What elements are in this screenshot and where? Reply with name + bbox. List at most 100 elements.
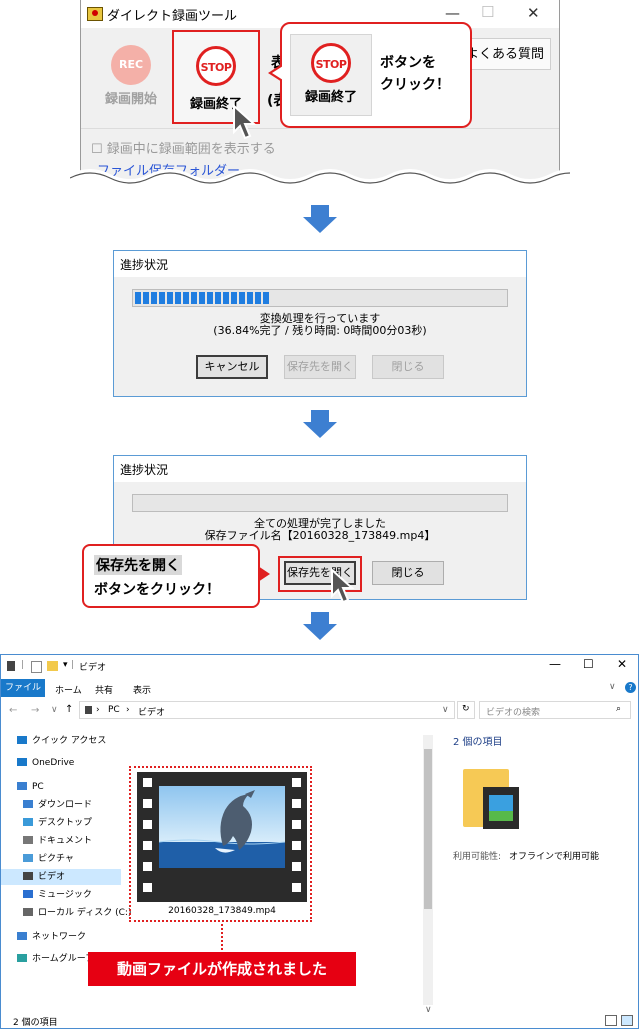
refresh-icon: ↻ — [462, 704, 470, 714]
rec-icon-text: REC — [118, 58, 144, 71]
down-arrow-icon — [303, 410, 337, 438]
ribbon-expand-icon[interactable]: ∨ — [609, 682, 616, 692]
progress-segment — [191, 292, 197, 304]
down-arrow-icon — [303, 612, 337, 640]
back-icon[interactable]: ← — [9, 705, 17, 716]
tab-share[interactable]: 共有 — [95, 683, 113, 696]
close-icon[interactable]: ✕ — [527, 4, 540, 22]
status-line-2: (36.84%完了 / 残り時間: 0時間00分03秒) — [213, 324, 427, 337]
ribbon: ファイル ホーム 共有 表示 ∨ ? — [1, 679, 638, 697]
nav-item-label: ホームグループ — [32, 954, 95, 964]
film-hole — [292, 778, 301, 787]
progress-segment — [207, 292, 213, 304]
search-placeholder: ビデオの検索 — [486, 708, 541, 718]
vertical-scrollbar[interactable] — [423, 735, 433, 1005]
stop-icon-text: STOP — [200, 61, 232, 74]
availability-value: オフラインで利用可能 — [509, 852, 600, 862]
search-box[interactable]: ビデオの検索 ⌕ — [479, 701, 631, 719]
rec-icon: REC — [111, 45, 151, 85]
close-button[interactable]: 閉じる — [372, 561, 444, 585]
mouse-cursor-icon — [233, 104, 257, 140]
properties-icon[interactable] — [31, 661, 42, 673]
callout-line-2: ボタンをクリック！ — [94, 582, 220, 598]
file-name[interactable]: 20160328_173849.mp4 — [137, 906, 307, 916]
stop-icon: STOP — [311, 43, 351, 83]
homegroup-icon — [17, 954, 27, 962]
down-arrow-icon — [303, 205, 337, 233]
maximize-icon[interactable]: ☐ — [481, 3, 494, 21]
nav-item-music[interactable]: ミュージック — [23, 887, 92, 903]
details-view-icon[interactable] — [605, 1015, 617, 1026]
nav-item-videos[interactable]: ビデオ — [1, 869, 121, 885]
faq-button-label: よくある質問 — [466, 47, 545, 62]
progress-segment — [231, 292, 237, 304]
progress-segment — [215, 292, 221, 304]
nav-item-documents[interactable]: ドキュメント — [23, 833, 92, 849]
rec-start-button[interactable]: REC 録画開始 — [93, 34, 169, 116]
tab-file[interactable]: ファイル — [1, 679, 45, 697]
dialog-header: 進捗状況 — [114, 456, 526, 482]
new-folder-icon[interactable] — [47, 661, 58, 671]
nav-item-network[interactable]: ネットワーク — [17, 929, 86, 945]
nav-item-desktop[interactable]: デスクトップ — [23, 815, 92, 831]
nav-item-homegroup[interactable]: ホームグループ — [17, 951, 94, 967]
cancel-button[interactable]: キャンセル — [196, 355, 268, 379]
breadcrumb-video[interactable]: ビデオ — [138, 705, 165, 718]
scrollbar-thumb[interactable] — [424, 749, 432, 909]
breadcrumb-pc[interactable]: PC — [108, 705, 120, 715]
refresh-button[interactable]: ↻ — [457, 701, 475, 719]
progress-segment — [183, 292, 189, 304]
minimize-icon[interactable]: — — [445, 4, 460, 22]
nav-item-label: デスクトップ — [38, 818, 93, 828]
nav-item-quick-access[interactable]: クイック アクセス — [17, 733, 106, 749]
film-hole — [143, 841, 152, 850]
qat-dropdown-icon[interactable]: ▾ — [63, 660, 68, 670]
local-disk-icon — [23, 908, 33, 916]
nav-item-label: ダウンロード — [38, 800, 93, 810]
address-dropdown-icon[interactable]: ∨ — [442, 705, 449, 715]
nav-item-label: ドキュメント — [38, 836, 93, 846]
click-callout: STOP 録画終了 ボタンを クリック！ — [268, 22, 472, 128]
nav-item-local-disk[interactable]: ローカル ディスク (C:) — [23, 905, 131, 921]
progress-dialog: 進捗状況 変換処理を行っています (36.84%完了 / 残り時間: 0時間00… — [113, 250, 527, 397]
search-icon: ⌕ — [616, 704, 622, 714]
scroll-down-icon[interactable]: ∨ — [425, 1005, 432, 1015]
faq-button[interactable]: よくある質問 — [465, 38, 551, 70]
forward-icon[interactable]: → — [31, 705, 39, 716]
open-folder-button[interactable]: 保存先を開く — [284, 355, 356, 379]
recent-dropdown-icon[interactable]: ∨ — [51, 705, 58, 715]
progress-segment — [199, 292, 205, 304]
show-area-checkbox[interactable]: ☐ 録画中に録画範囲を表示する — [91, 138, 276, 157]
maximize-icon[interactable]: ☐ — [583, 657, 594, 671]
nav-item-pictures[interactable]: ピクチャ — [23, 851, 74, 867]
close-icon[interactable]: ✕ — [617, 657, 627, 671]
documents-icon — [23, 836, 33, 844]
rec-start-label: 録画開始 — [104, 92, 157, 107]
window-title: ダイレクト録画ツール — [107, 9, 238, 24]
film-hole — [143, 778, 152, 787]
progress-segment — [135, 292, 141, 304]
close-button[interactable]: 閉じる — [372, 355, 444, 379]
film-hole — [143, 820, 152, 829]
film-hole — [143, 799, 152, 808]
video-thumbnail[interactable] — [137, 772, 307, 902]
tab-home[interactable]: ホーム — [55, 683, 82, 696]
onedrive-icon — [17, 758, 27, 766]
nav-item-pc[interactable]: PC — [17, 779, 44, 795]
progress-segment — [247, 292, 253, 304]
minimize-icon[interactable]: — — [549, 657, 561, 671]
stop-button-zoom: STOP 録画終了 — [290, 34, 372, 116]
checkbox-label: 録画中に録画範囲を表示する — [106, 142, 276, 157]
desktop-icon — [23, 818, 33, 826]
progress-segment — [167, 292, 173, 304]
tab-view[interactable]: 表示 — [133, 683, 151, 696]
up-icon[interactable]: ↑ — [65, 704, 73, 715]
nav-item-downloads[interactable]: ダウンロード — [23, 797, 92, 813]
status-bar-count: 2 個の項目 — [13, 1018, 58, 1028]
large-icons-view-icon[interactable] — [621, 1015, 633, 1026]
address-bar[interactable]: › PC › ビデオ ∨ — [79, 701, 455, 719]
details-count: 2 個の項目 — [453, 737, 503, 748]
nav-item-onedrive[interactable]: OneDrive — [17, 755, 74, 771]
film-hole — [143, 883, 152, 892]
help-icon[interactable]: ? — [625, 682, 636, 693]
